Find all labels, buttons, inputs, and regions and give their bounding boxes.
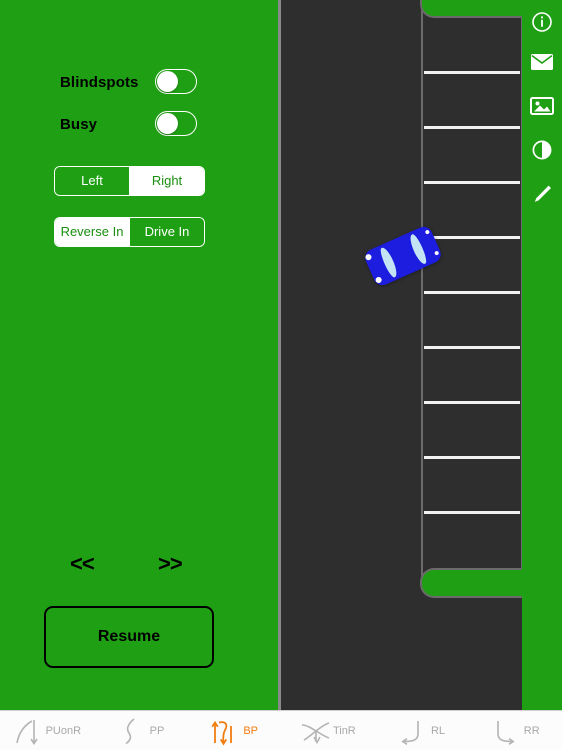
next-step-button[interactable]: >> [158,551,183,577]
parking-lot [421,0,523,579]
toggle-knob [157,113,178,134]
toggle-label-busy: Busy [60,116,98,133]
tab-label: PP [149,725,165,737]
pull-up-on-right-icon [13,716,41,746]
maneuver-option-drive-in[interactable]: Drive In [129,218,204,246]
reverse-right-icon [491,716,519,746]
toggle-label-blindspots: Blindspots [60,74,139,91]
rail-item-contrast[interactable] [522,134,562,170]
control-panel: Blindspots Busy Left Right Reverse In Dr… [0,0,278,710]
resume-button[interactable]: Resume [44,606,214,668]
turn-in-road-icon [300,716,330,746]
app-root: Blindspots Busy Left Right Reverse In Dr… [0,0,562,750]
toggle-knob [157,71,178,92]
bay-line [424,291,520,294]
tab-label: BP [243,725,259,737]
toggle-row-busy: Busy [60,116,97,133]
maneuver-option-reverse-in[interactable]: Reverse In [55,218,129,246]
prev-step-button[interactable]: << [70,551,95,577]
tab-rr[interactable]: RR [468,711,562,750]
bay-line [424,511,520,514]
bay-line [424,181,520,184]
tab-pp[interactable]: PP [94,711,188,750]
bay-line [424,346,520,349]
bay-line [424,71,520,74]
rail-item-info[interactable] [522,6,562,42]
toggle-busy[interactable] [155,111,197,136]
pencil-icon [530,182,554,211]
bay-park-icon [210,716,238,746]
tab-puonr[interactable]: PUonR [0,711,94,750]
rail-item-pencil[interactable] [522,178,562,214]
image-icon [530,96,554,121]
bay-line [424,236,520,239]
bay-line [424,401,520,404]
side-option-left[interactable]: Left [55,167,129,195]
bay-line [424,126,520,129]
rail-item-mail[interactable] [522,46,562,82]
tab-label: RR [523,725,540,737]
tab-tinr[interactable]: TinR [281,711,375,750]
tab-rl[interactable]: RL [375,711,469,750]
side-option-right[interactable]: Right [129,167,204,195]
bay-line [424,456,520,459]
parallel-park-icon [117,716,145,746]
tab-bar: PUonR PP BP TinR RL RR [0,710,562,750]
side-selector[interactable]: Left Right [54,166,205,196]
tab-label: PUonR [45,725,82,737]
mail-icon [530,53,554,76]
tool-rail [522,0,562,710]
contrast-icon [531,139,553,166]
toggle-row-blindspots: Blindspots [60,74,139,91]
info-icon [531,11,553,38]
rail-item-image[interactable] [522,90,562,126]
parking-scene [281,0,562,710]
tab-bp[interactable]: BP [187,711,281,750]
toggle-blindspots[interactable] [155,69,197,94]
maneuver-selector[interactable]: Reverse In Drive In [54,217,205,247]
tab-label: RL [430,725,446,737]
tab-label: TinR [332,725,356,737]
reverse-left-icon [398,716,426,746]
